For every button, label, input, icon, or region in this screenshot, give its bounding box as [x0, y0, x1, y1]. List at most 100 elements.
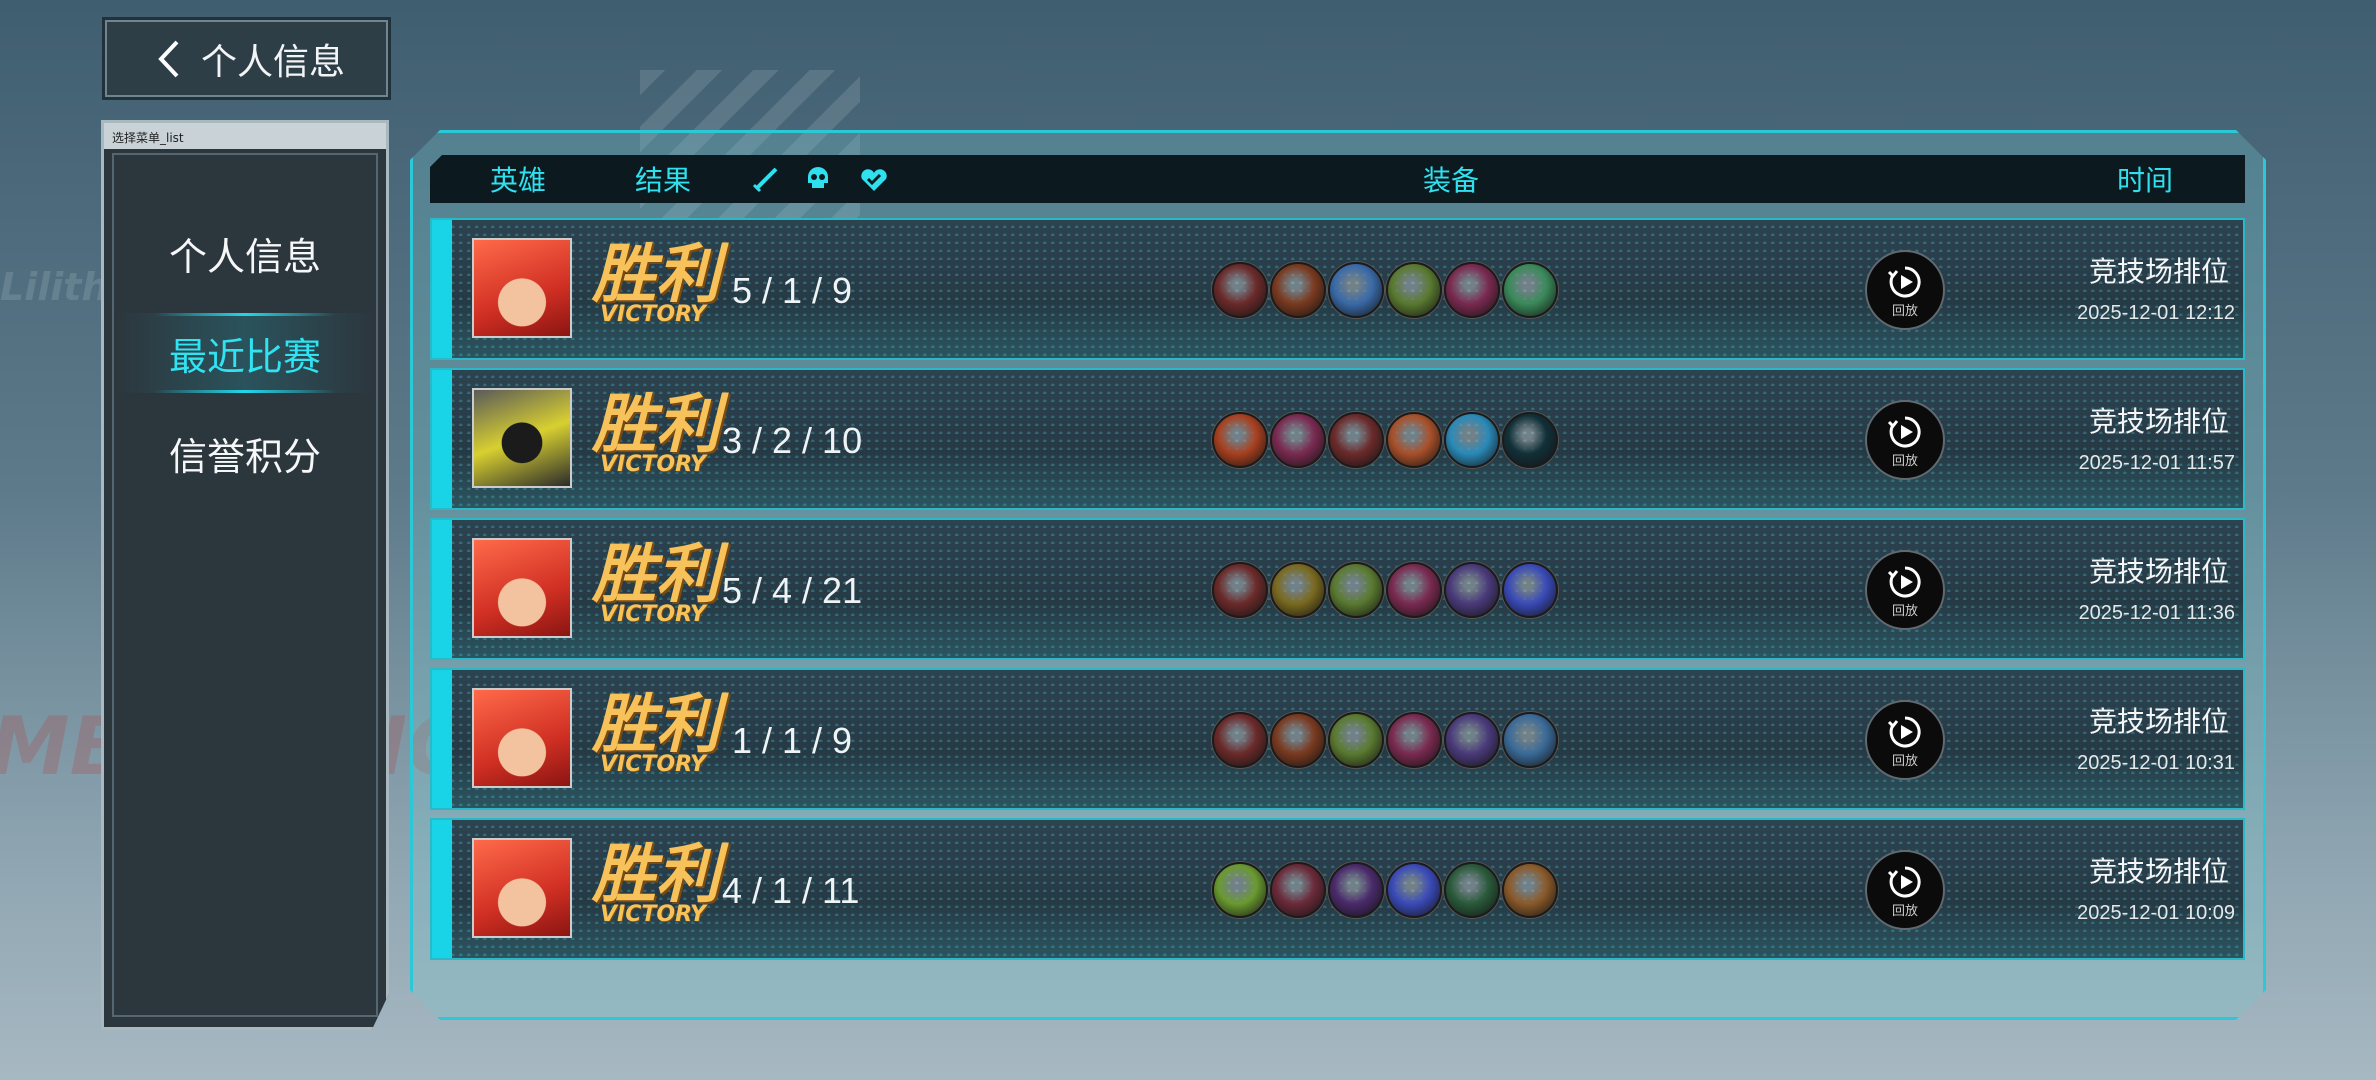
replay-button[interactable]: 回放 [1865, 250, 1945, 330]
replay-label: 回放 [1891, 753, 1918, 769]
match-mode: 竞技场排位 [2088, 405, 2229, 438]
replay-icon [1887, 265, 1921, 297]
assist-heart-icon [861, 169, 887, 191]
equipment-item-icon[interactable] [1328, 262, 1384, 318]
result-text-zh: 胜利 [592, 238, 720, 312]
equipment-item-icon[interactable] [1444, 412, 1500, 468]
match-row[interactable]: 胜利 VICTORY 5 / 4 / 21 回放 竞技场排位 2025-12-0… [430, 518, 2245, 660]
match-result: 胜利 VICTORY [592, 542, 742, 627]
equipment-item-icon[interactable] [1502, 862, 1558, 918]
result-text-en: VICTORY [600, 302, 706, 327]
equipment-list [1212, 262, 1558, 318]
result-text-zh: 胜利 [592, 388, 720, 462]
side-item-credit-score[interactable]: 信誉积分 [114, 413, 376, 493]
equipment-item-icon[interactable] [1328, 862, 1384, 918]
equipment-item-icon[interactable] [1270, 562, 1326, 618]
result-text-zh: 胜利 [592, 838, 720, 912]
equipment-item-icon[interactable] [1386, 262, 1442, 318]
replay-button[interactable]: 回放 [1865, 400, 1945, 480]
equipment-item-icon[interactable] [1386, 862, 1442, 918]
equipment-item-icon[interactable] [1502, 562, 1558, 618]
equipment-item-icon[interactable] [1270, 262, 1326, 318]
match-result: 胜利 VICTORY [592, 392, 742, 477]
equipment-item-icon[interactable] [1212, 562, 1268, 618]
match-mode: 竞技场排位 [2088, 555, 2229, 588]
side-item-recent-matches[interactable]: 最近比赛 [114, 313, 376, 393]
kda-stats: 1 / 1 / 9 [732, 720, 853, 761]
kda-stats: 5 / 4 / 21 [722, 570, 863, 611]
kda-stats: 3 / 2 / 10 [722, 420, 863, 461]
hero-avatar [472, 238, 572, 338]
result-text-en: VICTORY [600, 452, 706, 477]
equipment-item-icon[interactable] [1270, 712, 1326, 768]
skull-icon [808, 167, 828, 188]
replay-button[interactable]: 回放 [1865, 700, 1945, 780]
side-menu: 选择菜单_list 个人信息 最近比赛 信誉积分 [101, 120, 389, 1030]
result-text-en: VICTORY [600, 602, 706, 627]
back-button-label: 个人信息 [201, 41, 346, 83]
kda-stats: 5 / 1 / 9 [732, 270, 853, 311]
hero-avatar [472, 538, 572, 638]
equipment-item-icon[interactable] [1444, 712, 1500, 768]
match-time: 2025-12-01 10:09 [2077, 902, 2235, 924]
match-row[interactable]: 胜利 VICTORY 5 / 1 / 9 回放 竞技场排位 2025-12-01… [430, 218, 2245, 360]
equipment-item-icon[interactable] [1212, 712, 1268, 768]
replay-label: 回放 [1891, 453, 1918, 469]
table-header: 英雄 结果 装备 时间 [430, 155, 2245, 203]
replay-label: 回放 [1891, 303, 1918, 319]
match-mode: 竞技场排位 [2088, 255, 2229, 288]
result-text-zh: 胜利 [592, 688, 720, 762]
replay-button[interactable]: 回放 [1865, 850, 1945, 930]
replay-icon [1887, 565, 1921, 597]
equipment-item-icon[interactable] [1444, 862, 1500, 918]
equipment-item-icon[interactable] [1386, 712, 1442, 768]
equipment-list [1212, 712, 1558, 768]
chevron-left-icon [158, 40, 179, 77]
equipment-item-icon[interactable] [1502, 412, 1558, 468]
equipment-item-icon[interactable] [1502, 712, 1558, 768]
equipment-item-icon[interactable] [1270, 862, 1326, 918]
replay-label: 回放 [1891, 903, 1918, 919]
equipment-item-icon[interactable] [1270, 412, 1326, 468]
match-result: 胜利 VICTORY [592, 242, 742, 327]
equipment-list [1212, 412, 1558, 468]
header-equipment: 装备 [1423, 164, 1480, 197]
equipment-item-icon[interactable] [1502, 262, 1558, 318]
replay-icon [1887, 415, 1921, 447]
side-item-profile[interactable]: 个人信息 [114, 213, 376, 293]
equipment-item-icon[interactable] [1212, 262, 1268, 318]
equipment-item-icon[interactable] [1212, 412, 1268, 468]
kda-stats: 4 / 1 / 11 [722, 870, 860, 911]
equipment-item-icon[interactable] [1444, 562, 1500, 618]
side-menu-list: 个人信息 最近比赛 信誉积分 [112, 153, 378, 1017]
hero-avatar [472, 838, 572, 938]
hero-avatar [472, 388, 572, 488]
match-result: 胜利 VICTORY [592, 692, 742, 777]
equipment-item-icon[interactable] [1328, 562, 1384, 618]
match-time: 2025-12-01 10:31 [2077, 752, 2235, 774]
result-text-en: VICTORY [600, 752, 706, 777]
match-time: 2025-12-01 11:36 [2078, 602, 2235, 624]
match-row[interactable]: 胜利 VICTORY 3 / 2 / 10 回放 竞技场排位 2025-12-0… [430, 368, 2245, 510]
match-time: 2025-12-01 12:12 [2077, 302, 2235, 324]
replay-button[interactable]: 回放 [1865, 550, 1945, 630]
equipment-item-icon[interactable] [1386, 412, 1442, 468]
back-button[interactable]: 个人信息 [102, 17, 391, 100]
match-mode: 竞技场排位 [2088, 855, 2229, 888]
header-result: 结果 [635, 164, 692, 197]
match-result: 胜利 VICTORY [592, 842, 742, 927]
equipment-item-icon[interactable] [1212, 862, 1268, 918]
replay-label: 回放 [1891, 603, 1918, 619]
equipment-item-icon[interactable] [1444, 262, 1500, 318]
match-row[interactable]: 胜利 VICTORY 4 / 1 / 11 回放 竞技场排位 2025-12-0… [430, 818, 2245, 960]
header-hero: 英雄 [490, 164, 547, 197]
equipment-item-icon[interactable] [1328, 412, 1384, 468]
result-text-zh: 胜利 [592, 538, 720, 612]
side-menu-header: 选择菜单_list [104, 123, 386, 149]
equipment-item-icon[interactable] [1328, 712, 1384, 768]
replay-icon [1887, 865, 1921, 897]
equipment-item-icon[interactable] [1386, 562, 1442, 618]
result-text-en: VICTORY [600, 902, 706, 927]
match-row[interactable]: 胜利 VICTORY 1 / 1 / 9 回放 竞技场排位 2025-12-01… [430, 668, 2245, 810]
equipment-list [1212, 562, 1558, 618]
